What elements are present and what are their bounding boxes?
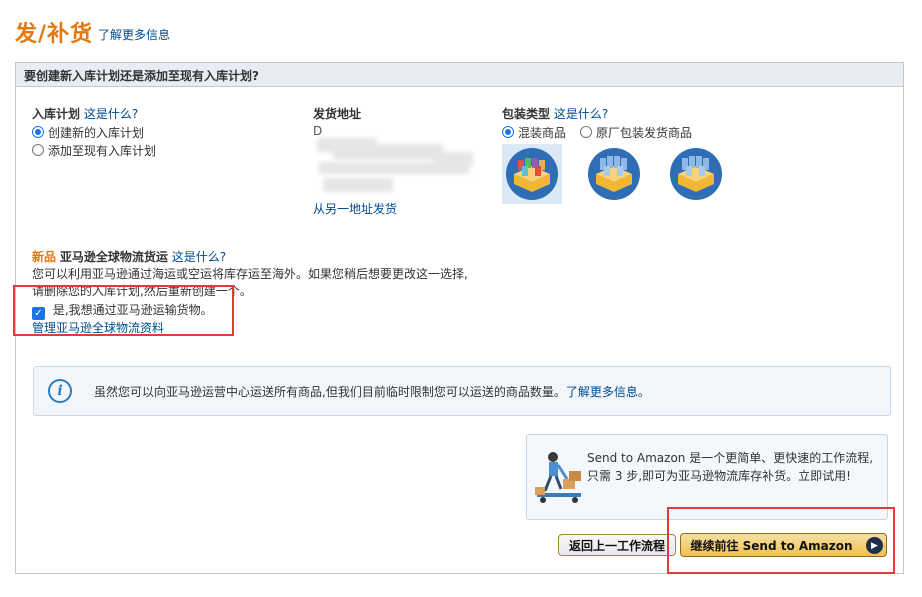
panel-header: 要创建新入库计划还是添加至现有入库计划? bbox=[16, 63, 903, 87]
address-partial-text: D bbox=[313, 124, 323, 138]
page-title: 发/补货 bbox=[15, 22, 94, 47]
create-plan-panel: 要创建新入库计划还是添加至现有入库计划? 入库计划 这是什么? 创建新的入库计划… bbox=[13, 62, 904, 574]
new-tag: 新品 bbox=[32, 250, 57, 264]
inbound-plan-help-link[interactable]: 这是什么? bbox=[84, 107, 138, 121]
packing-type-help-link[interactable]: 这是什么? bbox=[554, 107, 608, 121]
highlight-annotation-continue bbox=[667, 507, 895, 574]
radio-label: 创建新的入库计划 bbox=[48, 125, 145, 140]
packing-type-section: 包装类型 这是什么? 混装商品 原厂包装发货商品 bbox=[502, 105, 748, 204]
mixed-box-icon[interactable] bbox=[502, 144, 562, 204]
radio-button[interactable] bbox=[580, 126, 593, 138]
radio-button-checked[interactable] bbox=[502, 126, 514, 138]
case-packed-box-icon[interactable] bbox=[584, 144, 644, 204]
global-logistics-description-1: 您可以利用亚马逊通过海运或空运将库存运至海外。如果您稍后想要更改这一选择, bbox=[32, 267, 468, 281]
radio-label: 添加至现有入库计划 bbox=[48, 143, 157, 158]
ship-from-another-address-link[interactable]: 从另一地址发货 bbox=[313, 200, 483, 217]
ship-from-label: 发货地址 bbox=[313, 107, 362, 121]
radio-label: 混装商品 bbox=[518, 125, 567, 140]
inbound-plan-label: 入库计划 bbox=[32, 107, 81, 121]
highlight-annotation-checkbox bbox=[13, 285, 234, 336]
radio-button-checked[interactable] bbox=[32, 126, 44, 138]
radio-create-new-plan[interactable]: 创建新的入库计划 bbox=[32, 124, 156, 140]
ship-from-section: 发货地址 D 从另一地址发货 bbox=[313, 105, 483, 217]
learn-more-link[interactable]: 了解更多信息 bbox=[98, 26, 170, 43]
radio-add-existing-plan[interactable]: 添加至现有入库计划 bbox=[32, 142, 156, 158]
case-packed-box-icon-2[interactable] bbox=[666, 144, 726, 204]
info-learn-more-link[interactable]: 了解更多信息。 bbox=[566, 383, 650, 400]
global-logistics-help-link[interactable]: 这是什么? bbox=[172, 250, 226, 264]
info-notice-text: 虽然您可以向亚马逊运营中心运送所有商品,但我们目前临时限制您可以运送的商品数量。 bbox=[94, 384, 566, 399]
info-notice: i 虽然您可以向亚马逊运营中心运送所有商品,但我们目前临时限制您可以运送的商品数… bbox=[33, 366, 891, 416]
warehouse-worker-icon bbox=[535, 452, 581, 503]
back-to-previous-workflow-button[interactable]: 返回上一工作流程 bbox=[558, 534, 676, 556]
info-icon: i bbox=[48, 379, 72, 403]
address-blurred: D bbox=[313, 124, 478, 198]
global-logistics-title: 亚马逊全球物流货运 bbox=[59, 250, 168, 264]
packing-type-label: 包装类型 bbox=[502, 107, 551, 121]
radio-case-packed[interactable]: 原厂包装发货商品 bbox=[580, 124, 692, 140]
inbound-plan-section: 入库计划 这是什么? 创建新的入库计划 添加至现有入库计划 bbox=[32, 105, 156, 158]
radio-mixed-items[interactable]: 混装商品 bbox=[502, 124, 566, 140]
radio-label: 原厂包装发货商品 bbox=[596, 125, 693, 140]
send-to-amazon-description: Send to Amazon 是一个更简单、更快速的工作流程,只需 3 步,即可… bbox=[587, 451, 874, 483]
radio-button[interactable] bbox=[32, 144, 44, 156]
